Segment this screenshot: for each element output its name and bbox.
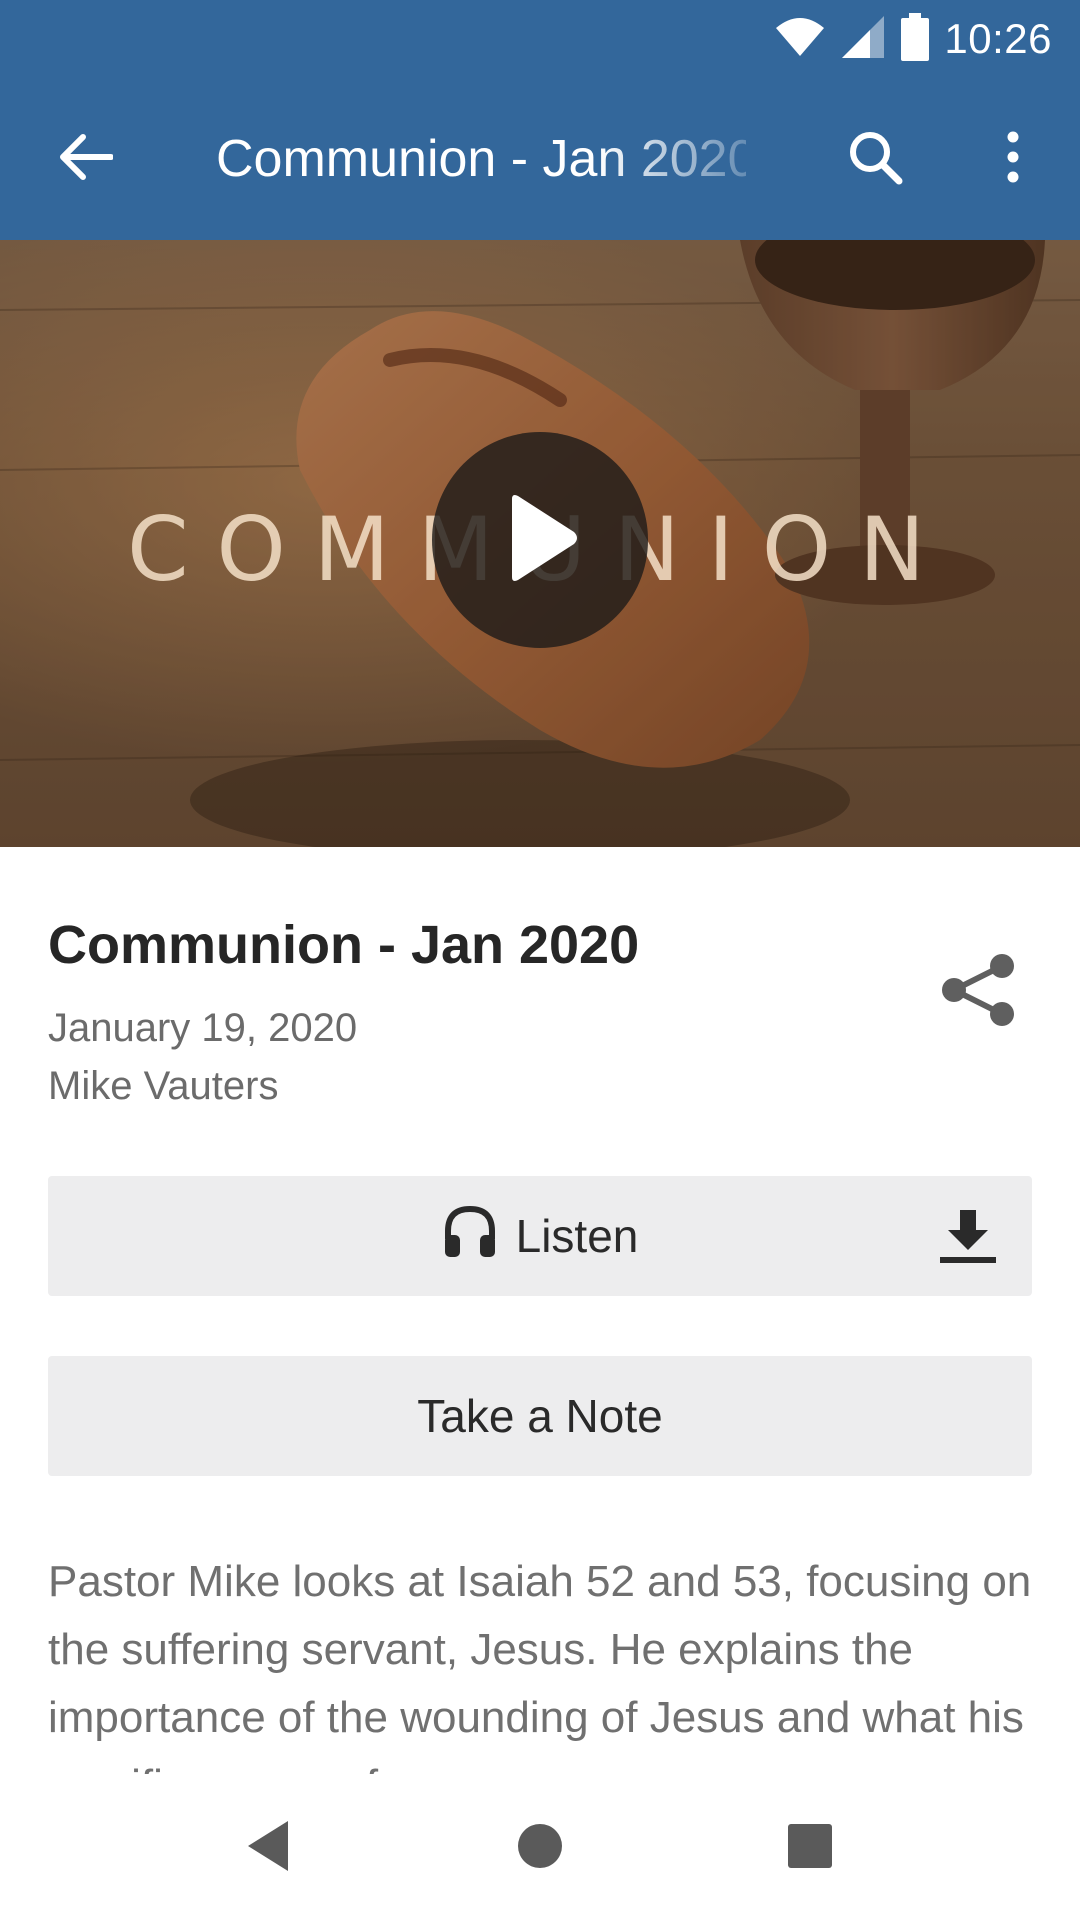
listen-button[interactable]: Listen xyxy=(48,1176,1032,1296)
play-button[interactable] xyxy=(432,432,648,648)
sermon-hero-image[interactable]: COMMUNION xyxy=(0,240,1080,847)
status-bar: 10:26 xyxy=(0,0,1080,78)
download-icon[interactable] xyxy=(938,1206,998,1266)
system-nav-bar xyxy=(0,1776,1080,1920)
more-options-button[interactable] xyxy=(958,78,1068,240)
listen-content: Listen xyxy=(442,1203,639,1270)
sermon-date: January 19, 2020 xyxy=(48,1006,358,1050)
share-button[interactable] xyxy=(930,944,1026,1040)
nav-recents-button[interactable] xyxy=(760,1798,860,1898)
sermon-title: Communion - Jan 2020 xyxy=(48,915,640,975)
share-icon xyxy=(940,952,1016,1033)
sermon-description: Pastor Mike looks at Isaiah 52 and 53, f… xyxy=(48,1557,1032,1774)
wifi-icon xyxy=(774,16,826,63)
search-button[interactable] xyxy=(820,78,930,240)
take-note-label: Take a Note xyxy=(417,1390,663,1442)
take-note-button[interactable]: Take a Note xyxy=(48,1356,1032,1476)
sermon-speaker: Mike Vauters xyxy=(48,1064,279,1108)
search-icon xyxy=(847,129,903,190)
sermon-detail-screen: 10:26 Communion - Jan 2020 Communion - J… xyxy=(0,0,1080,1920)
battery-icon xyxy=(900,12,930,66)
status-time: 10:26 xyxy=(944,15,1052,62)
status-icons: 10:26 xyxy=(774,12,1052,66)
back-button[interactable] xyxy=(30,78,140,240)
more-vert-icon xyxy=(1003,131,1023,188)
nav-back-icon xyxy=(244,1819,292,1878)
nav-back-button[interactable] xyxy=(218,1798,318,1898)
app-bar-title: Communion - Jan 2020 xyxy=(216,130,746,188)
back-arrow-icon xyxy=(57,133,114,186)
nav-home-icon xyxy=(517,1823,563,1874)
listen-label: Listen xyxy=(515,1210,639,1262)
signal-icon xyxy=(840,14,886,65)
nav-home-button[interactable] xyxy=(490,1798,590,1898)
nav-recents-icon xyxy=(787,1823,833,1874)
play-icon xyxy=(500,493,580,588)
app-bar: Communion - Jan 2020 xyxy=(0,78,1080,240)
headphones-icon xyxy=(442,1203,498,1270)
